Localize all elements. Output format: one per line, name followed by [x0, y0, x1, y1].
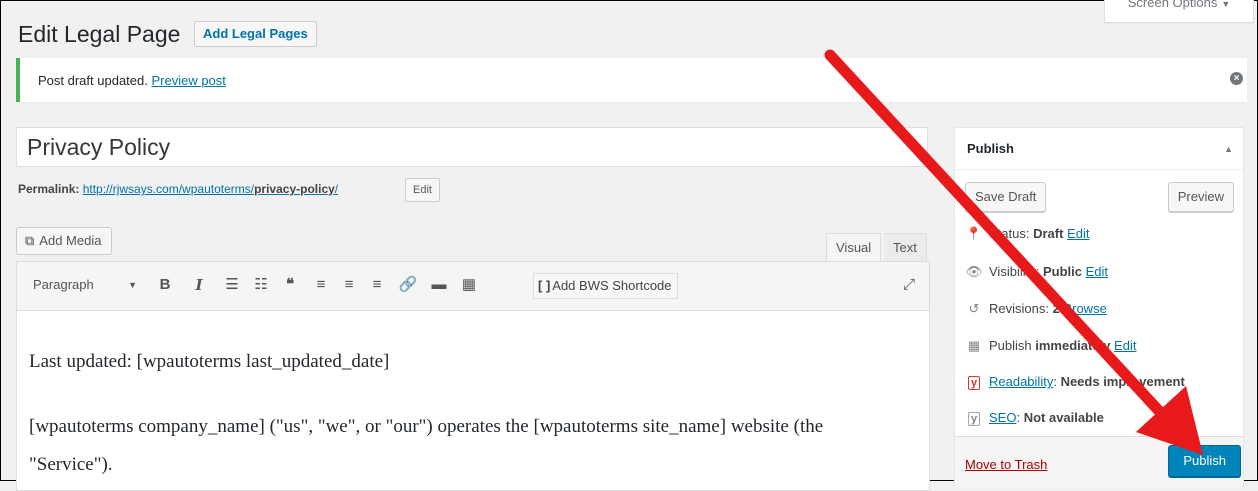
revisions-label: Revisions:	[989, 301, 1049, 316]
schedule-label: Publish	[989, 338, 1032, 353]
content-editor: Paragraph ▼ B I ☰ ☷ ❝ ≡ ≡ ≡ 🔗 ▬ ▦ [ ] Add…	[16, 261, 930, 491]
numbered-list-icon[interactable]: ☷	[249, 273, 273, 297]
seo-link[interactable]: SEO	[989, 410, 1016, 425]
move-to-trash-link[interactable]: Move to Trash	[965, 457, 1047, 472]
screen-options-label: Screen Options	[1127, 0, 1218, 10]
media-icon: ⧉	[25, 233, 35, 248]
readability-row: y Readability: Needs improvement	[965, 374, 1185, 390]
bws-label: Add BWS Shortcode	[552, 278, 672, 293]
yoast-seo-icon: y	[965, 410, 983, 426]
bullet-list-icon[interactable]: ☰	[220, 273, 244, 297]
read-more-icon[interactable]: ▬	[427, 273, 451, 297]
visibility-row: 👁 Visibility: Public Edit	[965, 264, 1108, 280]
chevron-down-icon: ▼	[128, 280, 137, 290]
preview-button[interactable]: Preview	[1167, 182, 1234, 212]
content-paragraph: Last updated: [wpautoterms last_updated_…	[29, 351, 390, 372]
visibility-edit-link[interactable]: Edit	[1086, 264, 1108, 279]
toolbar-toggle-icon[interactable]: ▦	[457, 273, 481, 297]
status-row: 📍 Status: Draft Edit	[965, 226, 1090, 242]
notice-message: Post draft updated.	[38, 73, 148, 88]
add-bws-shortcode-button[interactable]: [ ] Add BWS Shortcode	[533, 273, 678, 299]
align-center-icon[interactable]: ≡	[337, 273, 361, 297]
status-value: Draft	[1033, 226, 1064, 241]
seo-value: Not available	[1023, 410, 1104, 425]
pin-icon: 📍	[965, 226, 983, 241]
editor-toolbar: Paragraph ▼ B I ☰ ☷ ❝ ≡ ≡ ≡ 🔗 ▬ ▦ [ ] Add…	[17, 262, 929, 311]
bold-icon[interactable]: B	[153, 273, 177, 297]
visibility-value: Public	[1042, 264, 1082, 279]
bracket-icon: [ ]	[538, 278, 551, 293]
notice-text: Post draft updated. Preview post	[38, 73, 226, 88]
dismiss-icon[interactable]: ×	[1230, 72, 1243, 85]
readability-link[interactable]: Readability	[989, 374, 1053, 389]
readability-value: Needs improvement	[1060, 374, 1185, 389]
content-paragraph: [wpautoterms company_name] ("us", "we", …	[29, 416, 824, 475]
seo-row: y SEO: Not available	[965, 410, 1104, 426]
format-select-value: Paragraph	[33, 277, 94, 292]
italic-icon[interactable]: I	[187, 273, 211, 297]
publish-box-title: Publish	[967, 141, 1014, 156]
save-draft-button[interactable]: Save Draft	[965, 182, 1047, 212]
align-left-icon[interactable]: ≡	[309, 273, 333, 297]
collapse-icon[interactable]: ▲	[1224, 128, 1233, 170]
publish-box: Publish ▲ Save Draft Preview 📍 Status: Dr…	[954, 127, 1244, 489]
schedule-edit-link[interactable]: Edit	[1114, 338, 1136, 353]
visibility-label: Visibility:	[989, 264, 1040, 279]
major-publishing-actions: Move to Trash Publish	[955, 436, 1243, 489]
publish-button[interactable]: Publish	[1168, 445, 1241, 477]
yoast-readability-icon: y	[965, 374, 983, 390]
align-right-icon[interactable]: ≡	[365, 273, 389, 297]
screen-options-tab[interactable]: Screen Options ▼	[1104, 0, 1254, 23]
blockquote-icon[interactable]: ❝	[278, 273, 302, 297]
chevron-down-icon: ▼	[1221, 0, 1231, 9]
fullscreen-icon[interactable]: ⤢	[903, 273, 915, 297]
page-title: Edit Legal Page	[18, 21, 181, 47]
add-media-button[interactable]: ⧉ Add Media	[16, 227, 113, 255]
post-title-input[interactable]: Privacy Policy	[16, 127, 928, 167]
permalink-label: Permalink:	[18, 182, 80, 196]
permalink-slug: privacy-policy	[254, 182, 335, 196]
history-icon: ↺	[968, 301, 980, 316]
link-icon[interactable]: 🔗	[396, 273, 420, 297]
permalink: Permalink: http://rjwsays.com/wpautoterm…	[18, 182, 338, 196]
permalink-link[interactable]: http://rjwsays.com/wpautoterms/privacy-p…	[83, 182, 338, 196]
tab-visual[interactable]: Visual	[826, 233, 882, 261]
editor-content[interactable]: Last updated: [wpautoterms last_updated_…	[29, 350, 909, 484]
status-label: Status:	[989, 226, 1030, 241]
browse-revisions-link[interactable]: Browse	[1063, 301, 1106, 316]
schedule-row: ▦ Publish immediately Edit	[965, 338, 1137, 354]
success-notice: Post draft updated. Preview post ×	[16, 58, 1247, 102]
add-media-label: Add Media	[39, 233, 102, 248]
schedule-value: immediately	[1035, 338, 1111, 353]
revisions-row: ↺ Revisions: 2 Browse	[965, 301, 1107, 317]
eye-icon: 👁	[965, 264, 983, 279]
tab-text[interactable]: Text	[884, 233, 927, 261]
permalink-base: http://rjwsays.com/wpautoterms/	[82, 182, 255, 196]
calendar-icon: ▦	[967, 338, 981, 353]
add-legal-pages-button[interactable]: Add Legal Pages	[194, 21, 317, 47]
format-select[interactable]: Paragraph ▼	[23, 273, 145, 297]
permalink-trailing: /	[334, 182, 339, 196]
preview-post-link[interactable]: Preview post	[151, 73, 225, 88]
publish-header[interactable]: Publish ▲	[955, 128, 1243, 170]
revisions-value: 2	[1052, 301, 1060, 316]
permalink-edit-button[interactable]: Edit	[405, 178, 440, 202]
status-edit-link[interactable]: Edit	[1067, 226, 1089, 241]
